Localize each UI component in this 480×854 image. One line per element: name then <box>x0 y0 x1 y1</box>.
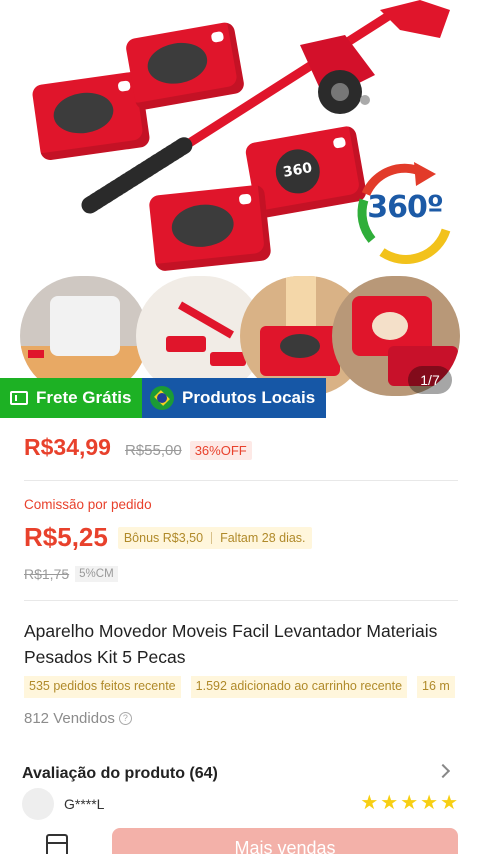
commission-label: Comissão por pedido <box>24 497 152 512</box>
current-price: R$34,99 <box>24 434 111 460</box>
commission-sub-row: R$1,75 5%CM <box>24 566 118 582</box>
bonus-remaining: Faltam 28 dias. <box>220 530 306 545</box>
section-gap <box>0 744 480 752</box>
divider <box>24 480 458 481</box>
commission-value: R$5,25 <box>24 522 108 552</box>
more-sales-button[interactable]: Mais vendas <box>112 828 458 854</box>
brazil-flag-icon <box>150 386 174 410</box>
commission-rate: 5%CM <box>75 566 118 582</box>
reviewer-name: G****L <box>64 796 105 812</box>
bonus-badge: Bônus R$3,50 Faltam 28 dias. <box>117 526 312 549</box>
star-rating: ★ ★ ★ ★ ★ <box>358 793 458 813</box>
stat-chip: 16 m <box>417 676 455 698</box>
help-icon[interactable]: ? <box>118 712 132 725</box>
bonus-separator <box>211 531 213 544</box>
star-icon: ★ <box>440 792 458 814</box>
lifter-pad <box>148 184 272 272</box>
original-price: R$55,00 <box>124 442 182 459</box>
store-icon[interactable] <box>46 834 68 854</box>
product-title: Aparelho Movedor Moveis Facil Levantador… <box>24 621 438 667</box>
ticket-icon <box>10 391 28 405</box>
free-shipping-label: Frete Grátis <box>36 388 132 407</box>
badge-360-text: 360º <box>367 190 444 225</box>
star-icon: ★ <box>400 792 419 814</box>
stat-chip: 1.592 adicionado ao carrinho recente <box>190 676 408 698</box>
divider <box>24 600 458 601</box>
avatar <box>22 788 54 820</box>
local-products-tag: Produtos Locais <box>142 378 326 418</box>
discount-badge: 36%OFF <box>189 441 252 460</box>
sold-label: 812 Vendidos <box>24 710 115 727</box>
price-row: R$34,99 R$55,00 36%OFF <box>24 434 252 461</box>
chevron-right-icon[interactable] <box>435 763 451 779</box>
product-image[interactable]: 360 360º 1/7 <box>0 0 480 418</box>
sold-count: 812 Vendidos ? <box>24 710 132 727</box>
image-page-indicator: 1/7 <box>408 366 452 394</box>
reviews-title[interactable]: Avaliação do produto (64) <box>22 765 218 783</box>
star-icon: ★ <box>380 792 399 814</box>
stat-chip: 535 pedidos feitos recente <box>24 676 181 698</box>
bonus-amount: Bônus R$3,50 <box>123 530 204 545</box>
free-shipping-tag: Frete Grátis <box>0 378 142 418</box>
rotation-360-badge: 360º <box>352 160 458 266</box>
product-stats: 535 pedidos feitos recente 1.592 adicion… <box>24 676 480 698</box>
star-icon: ★ <box>420 792 439 814</box>
commission-row: R$5,25 Bônus R$3,50 Faltam 28 dias. <box>24 522 312 553</box>
local-products-label: Produtos Locais <box>182 388 316 407</box>
old-commission: R$1,75 <box>24 566 70 582</box>
star-icon: ★ <box>360 792 379 814</box>
